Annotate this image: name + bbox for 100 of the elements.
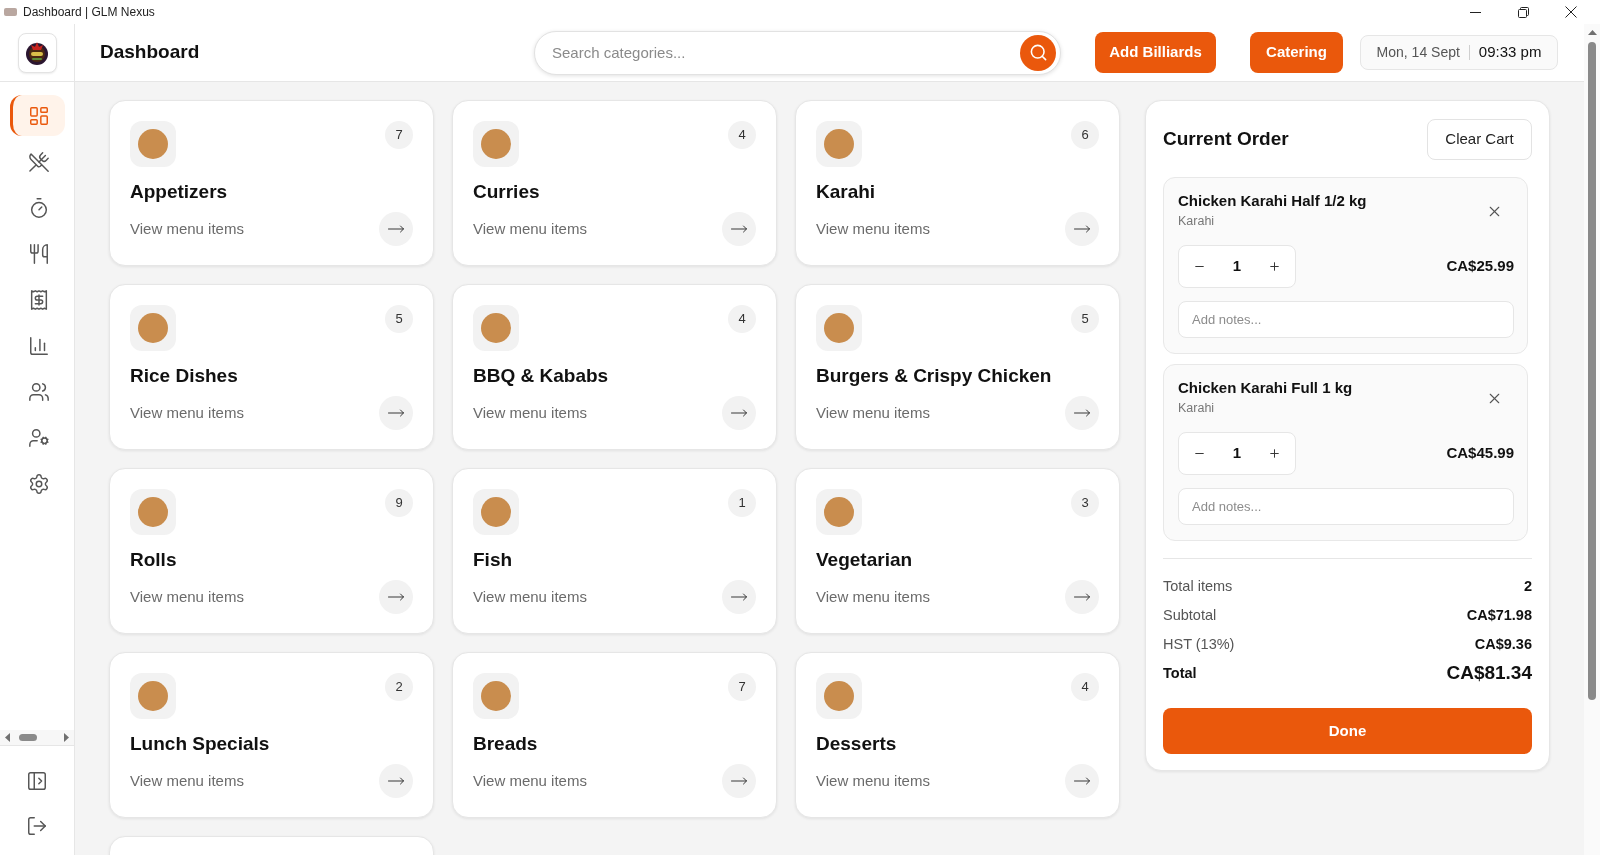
open-category-button[interactable] — [1065, 580, 1099, 614]
total-value: CA$81.34 — [1446, 661, 1532, 686]
minimize-icon — [1469, 11, 1481, 13]
order-item-category: Karahi — [1178, 400, 1216, 416]
view-items-link[interactable]: View menu items — [473, 217, 587, 241]
order-item-category: Karahi — [1178, 213, 1216, 229]
category-card[interactable]: 4 Desserts View menu items — [795, 652, 1120, 818]
sidebar-item[interactable] — [9, 95, 65, 136]
user-gear-icon — [27, 426, 50, 449]
summary-label: Subtotal — [1163, 605, 1217, 625]
category-card[interactable]: 1 Fish View menu items — [452, 468, 777, 634]
view-items-link[interactable]: View menu items — [473, 769, 587, 793]
category-title: Lunch Specials — [130, 732, 271, 756]
photo-placeholder — [481, 129, 511, 159]
summary-label: HST (13%) — [1163, 634, 1235, 654]
view-items-link[interactable]: View menu items — [130, 769, 244, 793]
photo-placeholder — [481, 497, 511, 527]
order-item-name: Chicken Karahi Full 1 kg — [1178, 378, 1353, 398]
view-items-link[interactable]: View menu items — [816, 401, 930, 425]
item-count: 9 — [385, 489, 413, 517]
photo-placeholder — [138, 313, 168, 343]
scroll-right-arrow-icon[interactable] — [64, 733, 69, 742]
item-count: 5 — [1071, 305, 1099, 333]
order-title: Current Order — [1163, 127, 1289, 152]
category-card[interactable]: 6 Karahi View menu items — [795, 100, 1120, 266]
category-title: Burgers & Crispy Chicken — [816, 364, 1053, 388]
category-card[interactable]: 4 BBQ & Kababs View menu items — [452, 284, 777, 450]
open-category-button[interactable] — [722, 764, 756, 798]
view-items-link[interactable]: View menu items — [130, 217, 244, 241]
photo-placeholder — [481, 313, 511, 343]
category-card[interactable]: 9 Rolls View menu items — [109, 468, 434, 634]
plus-icon — [1267, 260, 1281, 273]
order-item-price: CA$25.99 — [1446, 256, 1514, 277]
open-category-button[interactable] — [722, 580, 756, 614]
open-category-button[interactable] — [1065, 764, 1099, 798]
scroll-left-arrow-icon[interactable] — [5, 733, 10, 742]
notes-field[interactable]: Add notes... — [1178, 301, 1514, 338]
category-title: Desserts — [816, 732, 898, 756]
category-title: Rolls — [130, 548, 178, 572]
search-button[interactable] — [1020, 34, 1056, 71]
done-button[interactable]: Done — [1163, 708, 1532, 754]
page-title: Dashboard — [100, 41, 200, 63]
quantity-value: 1 — [1231, 256, 1243, 277]
category-card[interactable]: 4 Curries View menu items — [452, 100, 777, 266]
search-bar[interactable]: Search categories... — [534, 30, 1061, 75]
category-title: Curries — [473, 180, 541, 204]
window-title: Dashboard | GLM Nexus — [23, 4, 155, 21]
order-item-name: Chicken Karahi Half 1/2 kg — [1178, 191, 1367, 211]
add-billiards-button[interactable]: Add Billiards — [1095, 32, 1216, 73]
photo-placeholder — [824, 681, 854, 711]
view-items-link[interactable]: View menu items — [816, 217, 930, 241]
notes-field[interactable]: Add notes... — [1178, 488, 1514, 525]
search-field[interactable]: Search categories... — [552, 35, 1020, 70]
crossed-utensils-icon — [27, 150, 50, 173]
category-card[interactable]: 5 Burgers & Crispy Chicken View menu items — [795, 284, 1120, 450]
view-items-link[interactable]: View menu items — [816, 585, 930, 609]
category-card[interactable]: 5 Rice Dishes View menu items — [109, 284, 434, 450]
item-count: 6 — [1071, 121, 1099, 149]
category-card[interactable]: 2 Lunch Specials View menu items — [109, 652, 434, 818]
catering-button[interactable]: Catering — [1250, 32, 1343, 73]
photo-placeholder — [481, 681, 511, 711]
open-category-button[interactable] — [722, 396, 756, 430]
photo-placeholder — [138, 129, 168, 159]
open-category-button[interactable] — [1065, 212, 1099, 246]
fork-knife-icon — [27, 242, 50, 265]
scrollbar-thumb[interactable] — [1588, 42, 1596, 700]
app-icon — [4, 8, 17, 16]
view-items-link[interactable]: View menu items — [473, 585, 587, 609]
open-category-button[interactable] — [722, 212, 756, 246]
view-items-link[interactable]: View menu items — [130, 401, 244, 425]
item-count: 7 — [728, 673, 756, 701]
logo-drawing — [17, 32, 57, 73]
dashboard-icon — [27, 104, 50, 127]
category-title: Fish — [473, 548, 514, 572]
category-card[interactable]: 7 Appetizers View menu items — [109, 100, 434, 266]
order-item-price: CA$45.99 — [1446, 443, 1514, 464]
open-category-button[interactable] — [379, 764, 413, 798]
open-category-button[interactable] — [379, 580, 413, 614]
scroll-up-arrow-icon[interactable] — [1587, 30, 1597, 35]
open-category-button[interactable] — [379, 212, 413, 246]
photo-placeholder — [824, 129, 854, 159]
open-category-button[interactable] — [1065, 396, 1099, 430]
category-card[interactable]: 3 Vegetarian View menu items — [795, 468, 1120, 634]
view-items-link[interactable]: View menu items — [473, 401, 587, 425]
bar-chart-icon — [27, 334, 50, 357]
settings-icon — [27, 472, 50, 495]
view-items-link[interactable]: View menu items — [130, 585, 244, 609]
photo-placeholder — [138, 681, 168, 711]
view-items-link[interactable]: View menu items — [816, 769, 930, 793]
item-count: 4 — [1071, 673, 1099, 701]
category-title: Karahi — [816, 180, 877, 204]
close-icon — [1565, 6, 1577, 18]
item-count: 2 — [385, 673, 413, 701]
plus-icon — [1267, 447, 1281, 460]
open-category-button[interactable] — [379, 396, 413, 430]
panel-open-icon — [26, 769, 48, 792]
category-card[interactable]: 7 Breads View menu items — [452, 652, 777, 818]
scrollbar-thumb[interactable] — [19, 734, 37, 741]
item-count: 4 — [728, 121, 756, 149]
clear-cart-button[interactable]: Clear Cart — [1427, 119, 1532, 160]
